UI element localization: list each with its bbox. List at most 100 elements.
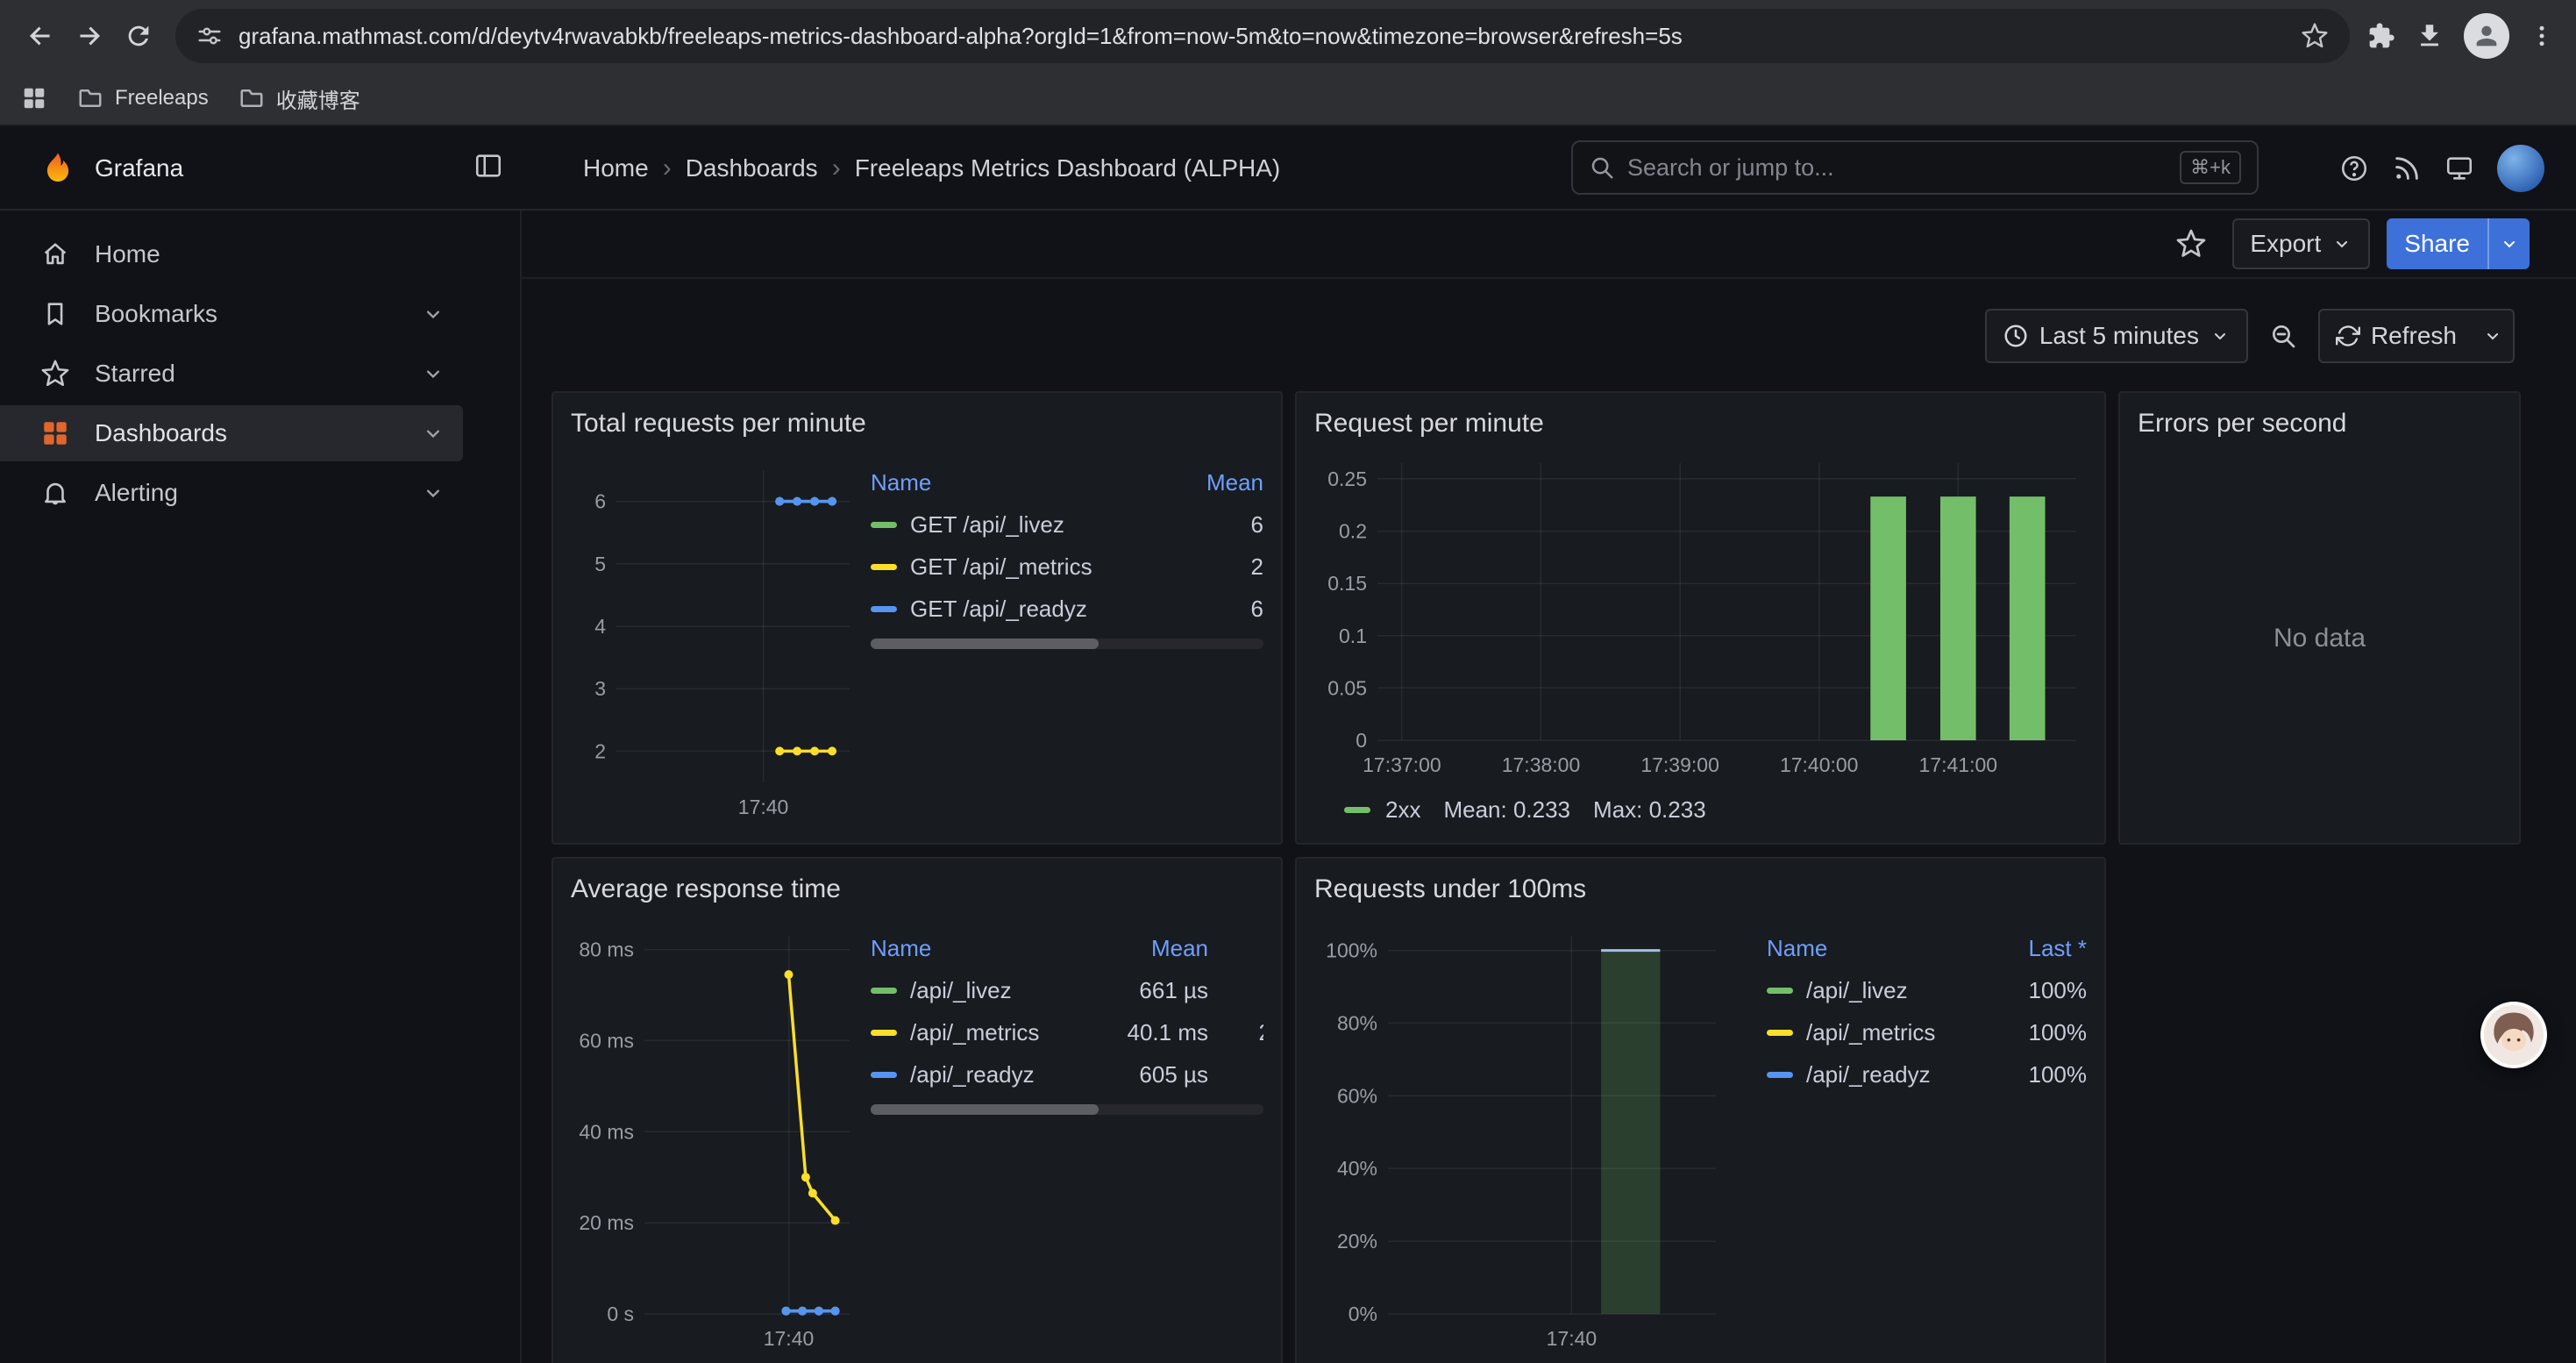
svg-text:0.1: 0.1 (1339, 624, 1367, 647)
news-rss-icon[interactable] (2392, 153, 2422, 183)
legend-header-row: NameLast * (1767, 927, 2087, 969)
legend-series-name: GET /api/_livez (871, 511, 1158, 539)
breadcrumb-separator: › (832, 153, 841, 183)
legend-value: 2 (1158, 553, 1263, 581)
sidebar-item-label: Starred (95, 360, 396, 388)
url-bar[interactable]: grafana.mathmast.com/d/deytv4rwavabkb/fr… (175, 9, 2350, 63)
url-text[interactable]: grafana.mathmast.com/d/deytv4rwavabkb/fr… (238, 23, 2285, 50)
legend-row[interactable]: GET /api/_livez6 (871, 503, 1263, 546)
time-range-label: Last 5 minutes (2039, 322, 2199, 350)
legend-column-header[interactable]: Name (871, 469, 1158, 496)
legend-column-header[interactable]: Last * (1208, 935, 1263, 962)
legend-row[interactable]: /api/_livez661 µs646 µs (871, 969, 1263, 1011)
legend-row[interactable]: /api/_metrics100% (1767, 1011, 2087, 1053)
assistant-avatar[interactable] (2480, 1002, 2547, 1068)
svg-text:0: 0 (1356, 729, 1367, 752)
legend-scrollbar[interactable] (871, 1104, 1263, 1115)
svg-text:80 ms: 80 ms (579, 938, 634, 961)
series-color-swatch (871, 564, 897, 570)
grafana-logo-icon (40, 151, 75, 186)
sidebar-toggle-icon[interactable] (473, 151, 503, 181)
svg-text:0.15: 0.15 (1327, 572, 1367, 595)
panel-title[interactable]: Average response time (571, 873, 1263, 906)
panel-errors-per-second: Errors per second No data (2118, 391, 2521, 845)
share-button[interactable]: Share (2387, 218, 2487, 269)
refresh-label: Refresh (2371, 322, 2457, 350)
legend-row[interactable]: /api/_readyz100% (1767, 1053, 2087, 1095)
total-requests-chart[interactable]: 6543217:40 (571, 447, 860, 829)
svg-text:6: 6 (594, 490, 606, 513)
legend-value: 605 µs (1077, 1061, 1208, 1088)
chevron-down-icon[interactable] (421, 421, 445, 446)
sidebar-item-bookmarks[interactable]: Bookmarks (0, 286, 463, 342)
apps-grid-icon[interactable] (21, 85, 47, 111)
zoom-out-icon[interactable] (2259, 309, 2308, 363)
requests-per-minute-chart[interactable]: 0.250.20.150.10.05017:37:0017:38:0017:39… (1314, 447, 2087, 784)
bookmark-star-icon[interactable] (2301, 22, 2329, 50)
sidebar-item-home[interactable]: Home (0, 226, 463, 282)
sidebar-item-alerting[interactable]: Alerting (0, 465, 463, 521)
browser-menu-icon[interactable] (2529, 23, 2555, 49)
legend-row[interactable]: /api/_metrics40.1 ms20.5 ms (871, 1011, 1263, 1053)
legend-column-header[interactable]: Name (871, 935, 1077, 962)
favorite-star-icon[interactable] (2167, 219, 2216, 268)
svg-text:17:37:00: 17:37:00 (1363, 753, 1441, 776)
legend-column-header[interactable]: Last * (1955, 935, 2087, 962)
forward-icon[interactable] (65, 11, 114, 61)
share-menu-chevron[interactable] (2487, 218, 2530, 269)
legend-row[interactable]: /api/_livez100% (1767, 969, 2087, 1011)
search-input[interactable] (1627, 154, 2167, 182)
back-icon[interactable] (16, 11, 65, 61)
legend-value: 661 µs (1077, 977, 1208, 1004)
svg-text:80%: 80% (1337, 1011, 1377, 1034)
legend-column-header[interactable]: Mean (1077, 935, 1208, 962)
avatar-illustration (2484, 1005, 2544, 1065)
monitor-icon[interactable] (2444, 153, 2474, 183)
refresh-button[interactable]: Refresh (2318, 309, 2473, 363)
extensions-icon[interactable] (2367, 22, 2395, 50)
legend-series-name: /api/_readyz (871, 1061, 1077, 1088)
reload-icon[interactable] (114, 11, 163, 61)
breadcrumb-home[interactable]: Home (583, 154, 649, 182)
grafana-brand[interactable]: Grafana (40, 126, 183, 211)
svg-text:60%: 60% (1337, 1084, 1377, 1107)
breadcrumb-dashboards[interactable]: Dashboards (686, 154, 818, 182)
chevron-down-icon[interactable] (421, 302, 445, 326)
scrollbar-thumb[interactable] (871, 1104, 1099, 1115)
legend-item[interactable]: 2xx (1344, 796, 1420, 824)
requests-under-100ms-chart[interactable]: 100%80%60%40%20%0%17:40 (1314, 913, 1726, 1363)
sidebar-item-dashboards[interactable]: Dashboards (0, 405, 463, 461)
legend-scrollbar[interactable] (871, 639, 1263, 649)
bookmark-item-freeleaps[interactable]: Freeleaps (77, 85, 209, 111)
legend-row[interactable]: GET /api/_metrics2 (871, 546, 1263, 588)
panel-title[interactable]: Errors per second (2138, 407, 2501, 440)
grafana-app: Grafana Home › Dashboards › Freeleaps Me… (0, 126, 2576, 1363)
sidebar-item-starred[interactable]: Starred (0, 346, 463, 402)
search-box[interactable]: ⌘+k (1571, 140, 2259, 195)
time-range-picker[interactable]: Last 5 minutes (1985, 309, 2248, 363)
legend-row[interactable]: /api/_readyz605 µs620 µs (871, 1053, 1263, 1095)
chevron-down-icon (2331, 233, 2352, 254)
site-settings-icon[interactable] (196, 23, 223, 49)
help-icon[interactable] (2339, 153, 2369, 183)
panel-request-per-minute: Request per minute 0.250.20.150.10.05017… (1295, 391, 2106, 845)
legend-column-header[interactable]: Name (1767, 935, 1955, 962)
chevron-down-icon[interactable] (421, 481, 445, 505)
scrollbar-thumb[interactable] (871, 639, 1099, 649)
browser-toolbar: grafana.mathmast.com/d/deytv4rwavabkb/fr… (0, 0, 2576, 72)
export-button[interactable]: Export (2232, 218, 2370, 269)
legend-column-header[interactable]: Mean (1158, 469, 1263, 496)
refresh-interval-chevron[interactable] (2473, 309, 2515, 363)
user-avatar[interactable] (2497, 145, 2544, 192)
avg-response-time-chart[interactable]: 80 ms60 ms40 ms20 ms0 s17:40 (571, 913, 860, 1363)
panel-title[interactable]: Request per minute (1314, 407, 2087, 440)
chevron-down-icon[interactable] (421, 361, 445, 386)
series-color-swatch (871, 988, 897, 994)
panel-title[interactable]: Requests under 100ms (1314, 873, 2087, 906)
browser-profile-avatar[interactable] (2464, 13, 2509, 59)
legend-row[interactable]: GET /api/_readyz6 (871, 588, 1263, 630)
panel-title[interactable]: Total requests per minute (571, 407, 1263, 440)
bookmark-item-blog[interactable]: 收藏博客 (238, 83, 360, 114)
downloads-icon[interactable] (2415, 21, 2444, 51)
bookmark-label: Freeleaps (115, 86, 209, 111)
